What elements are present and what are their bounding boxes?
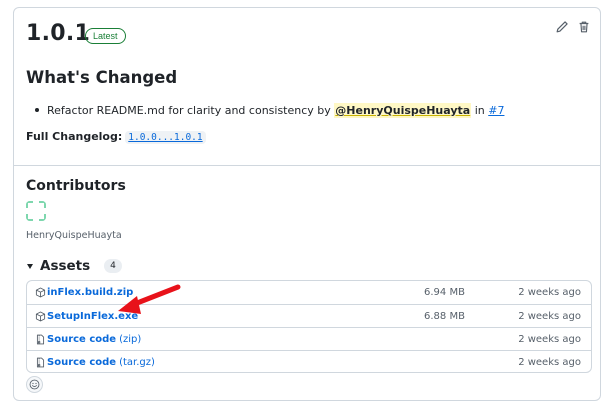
latest-badge: Latest: [85, 28, 126, 44]
pull-request-link[interactable]: #7: [488, 104, 504, 117]
file-zip-icon: [35, 334, 46, 345]
pencil-icon[interactable]: [555, 20, 569, 34]
package-icon: [35, 311, 46, 322]
contributor-avatar[interactable]: [26, 201, 46, 221]
bullet: [35, 108, 39, 112]
assets-toggle[interactable]: Assets 4: [26, 258, 122, 274]
release-title[interactable]: 1.0.1: [26, 21, 90, 46]
release-card: 1.0.1 Latest What's Changed Refactor REA…: [13, 7, 601, 401]
asset-link[interactable]: inFlex.build.zip: [47, 287, 133, 298]
asset-size: 6.94 MB: [424, 287, 465, 298]
package-icon: [35, 287, 46, 298]
assets-heading: Assets: [40, 258, 91, 274]
asset-date: 2 weeks ago: [518, 310, 581, 322]
change-text: Refactor README.md for clarity and consi…: [47, 104, 331, 117]
asset-row[interactable]: inFlex.build.zip 6.94 MB 2 weeks ago: [27, 281, 591, 304]
author-mention-link[interactable]: @HenryQuispeHuayta: [334, 103, 472, 118]
section-divider: [14, 165, 600, 166]
changelog-label: Full Changelog:: [26, 130, 123, 143]
asset-link[interactable]: Source code: [47, 357, 116, 368]
in-text: in: [474, 104, 485, 117]
asset-size: 6.88 MB: [424, 310, 465, 322]
smiley-icon: [29, 379, 40, 390]
trash-icon[interactable]: [577, 20, 591, 34]
asset-format[interactable]: (zip): [119, 334, 141, 345]
changelog-compare-link[interactable]: 1.0.0...1.0.1: [125, 131, 206, 144]
asset-row[interactable]: Source code (zip) 2 weeks ago: [27, 327, 591, 350]
asset-row[interactable]: Source code (tar.gz) 2 weeks ago: [27, 350, 591, 372]
asset-date: 2 weeks ago: [518, 333, 581, 345]
assets-list: inFlex.build.zip 6.94 MB 2 weeks ago Set…: [26, 280, 592, 373]
file-zip-icon: [35, 357, 46, 368]
change-list-item: Refactor README.md for clarity and consi…: [35, 103, 504, 118]
whats-changed-heading: What's Changed: [26, 68, 178, 87]
asset-format[interactable]: (tar.gz): [119, 357, 155, 368]
asset-date: 2 weeks ago: [518, 287, 581, 298]
asset-link[interactable]: Source code: [47, 334, 116, 345]
caret-down-icon: [27, 263, 33, 269]
contributors-heading: Contributors: [26, 178, 126, 194]
full-changelog: Full Changelog: 1.0.0...1.0.1: [26, 130, 206, 144]
asset-link[interactable]: SetupInFlex.exe: [47, 311, 138, 322]
assets-count: 4: [104, 259, 122, 273]
asset-date: 2 weeks ago: [518, 356, 581, 368]
asset-row[interactable]: SetupInFlex.exe 6.88 MB 2 weeks ago: [27, 304, 591, 327]
contributor-name[interactable]: HenryQuispeHuayta: [26, 230, 122, 241]
add-reaction-button[interactable]: [26, 376, 43, 393]
